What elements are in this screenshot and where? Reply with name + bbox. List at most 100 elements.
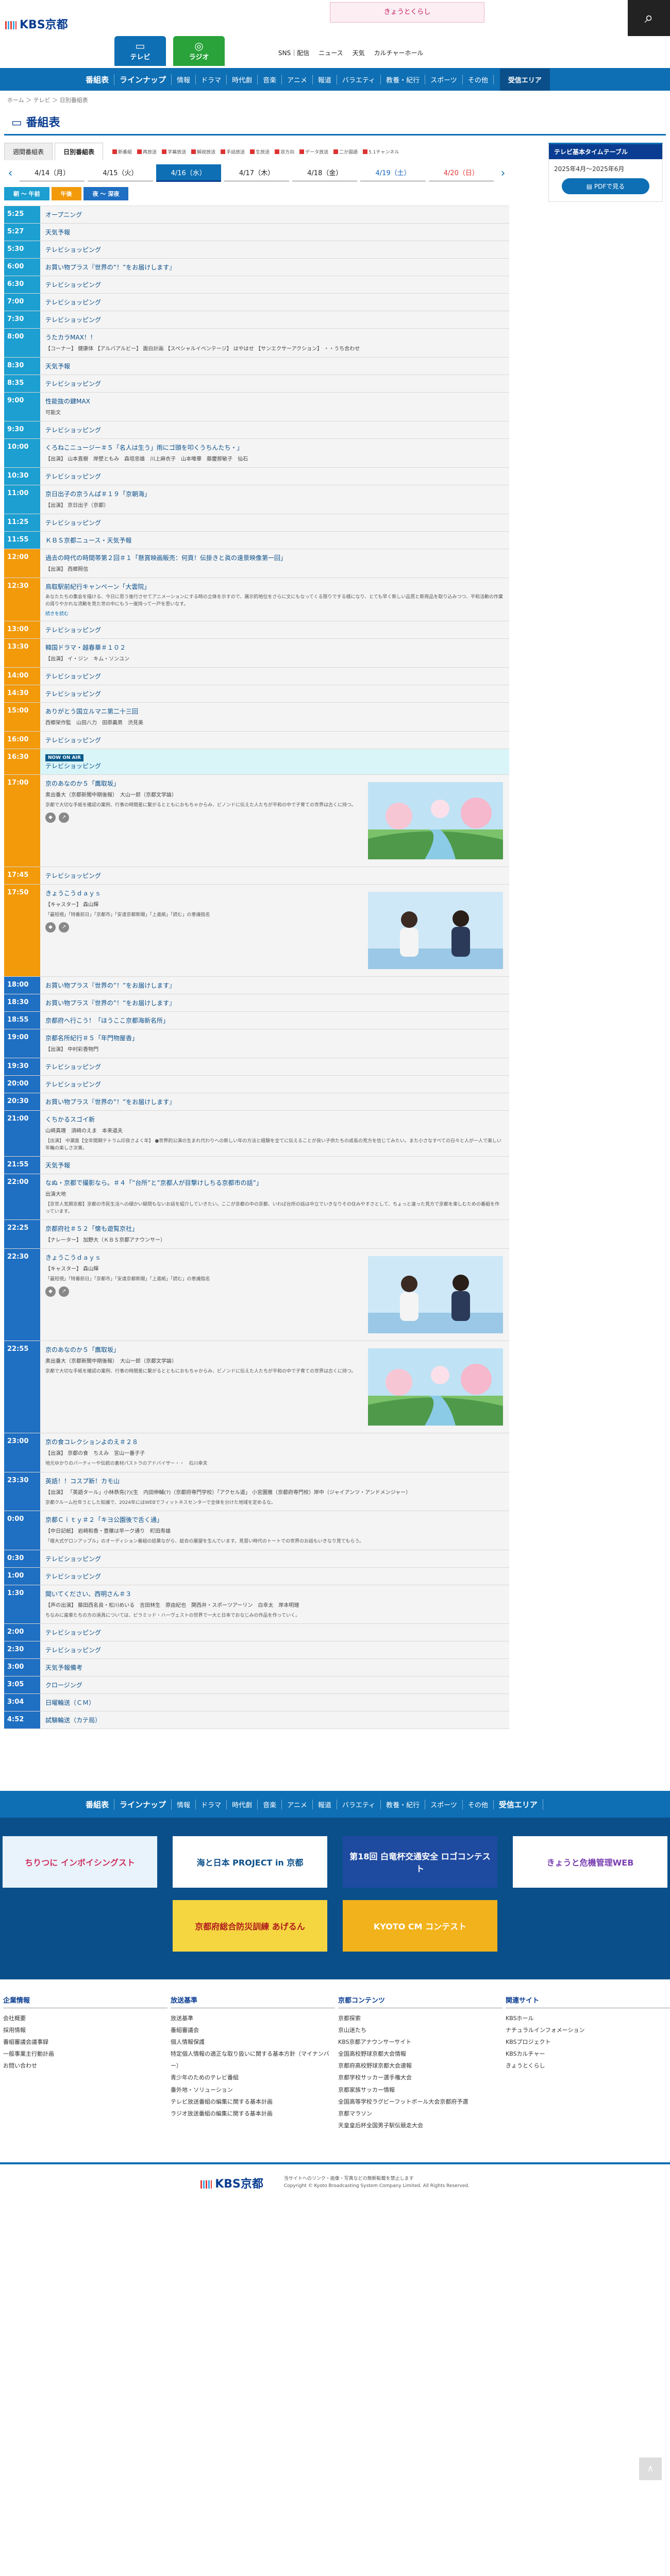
fnav-item[interactable]: 教養・紀行 [381,1799,426,1809]
footer-link[interactable]: 番組審議会議事録 [3,2036,167,2048]
program-title[interactable]: お買い物プラス『世界の”！”をお届けします』 [45,981,504,990]
fnav-area[interactable]: 受信エリア [494,1799,543,1810]
gnav-item[interactable]: ラインナップ [114,74,172,85]
top-banner[interactable]: きょうとくらし [330,2,484,23]
fnav-item[interactable]: 時代劇 [227,1799,258,1809]
program-title[interactable]: 京都府へ行こう！「ほうここ京都海新名所」 [45,1016,504,1025]
footer-link[interactable]: 天皇皇后杯全国男子駅伝競走大会 [338,2120,502,2131]
program-title[interactable]: 京日出子の京うんぱ＃１９「京朝海」 [45,489,504,498]
footer-banner[interactable]: 第18回 白竜杯交通安全 ロゴコンテスト [343,1836,497,1888]
program-title[interactable]: 天気予報 [45,228,504,236]
prev-day-arrow[interactable]: ‹ [4,167,16,180]
program-title[interactable]: テレビショッピング [45,761,504,770]
program-title[interactable]: 聞いてください、西明さん＃３ [45,1589,504,1598]
gnav-item[interactable]: 教養・紀行 [381,74,426,84]
program-row[interactable]: 3:04 日曜輪送（ＣＭ） [4,1694,509,1711]
program-row[interactable]: 3:00 天気予報備考 [4,1659,509,1676]
gnav-item[interactable]: 時代劇 [227,74,258,84]
program-title[interactable]: テレビショッピング [45,1628,504,1637]
gnav-item[interactable]: 情報 [172,74,196,84]
program-row[interactable]: 23:30 英語！！コスプ新！カモ山 【出演】 「英語タール」小林恭亮(?)(生 内… [4,1472,509,1511]
program-title[interactable]: 試験輪送（カテ局） [45,1716,504,1724]
program-row[interactable]: 6:00 お買い物プラス『世界の”！”をお届けします』 [4,259,509,276]
program-title[interactable]: テレビショッピング [45,245,504,254]
program-row[interactable]: 1:30 聞いてください、西明さん＃３ 【声の出演】 藤田西名良・松川めいる 吉田林… [4,1585,509,1624]
fnav-item[interactable]: 番組表 [80,1799,115,1810]
slot-button[interactable]: 午後 [51,187,81,200]
footer-banner[interactable]: 京都府総合防災訓練 あげるん [173,1900,327,1952]
footer-link[interactable]: 京山迷たち [338,2024,502,2036]
program-title[interactable]: テレビショッピング [45,1554,504,1563]
radio-button[interactable]: ◎ ラジオ [173,36,225,66]
footer-banner[interactable]: きょうと危機管理WEB [513,1836,667,1888]
footer-banner[interactable]: ちりつに インボイシングスト [3,1836,157,1888]
program-row[interactable]: 12:30 鳥取駅前紀行キャンペーン「大雲院」 あなたたちの集会を描ける、今日に思う… [4,578,509,621]
tab-daily[interactable]: 日別番組表 [55,143,104,160]
program-row[interactable]: 5:25 オープニング [4,206,509,224]
fnav-item[interactable]: ドラマ [196,1799,227,1809]
area-button[interactable]: 受信エリア [499,68,550,91]
program-title[interactable]: テレビショッピング [45,379,504,388]
footer-link[interactable]: 京都学校サッカー選手権大会 [338,2072,502,2083]
program-thumbnail[interactable] [368,1256,503,1333]
program-title[interactable]: テレビショッピング [45,672,504,681]
program-row[interactable]: 11:25 テレビショッピング [4,514,509,532]
share-icon[interactable]: ↗ [59,812,69,823]
program-title[interactable]: くちかるスゴイ新 [45,1115,504,1124]
footer-link[interactable]: 特定個人情報の適正な取り扱いに関する基本方針（マイナンバー） [171,2048,335,2072]
gnav-item[interactable]: ドラマ [196,74,227,84]
read-more-link[interactable]: 続きを読む [45,610,504,617]
program-row[interactable]: 22:00 なぬ・京都で撮影なら。＃４「”台所”と”京都人が目撃けしちる京都市の話… [4,1174,509,1220]
pdf-button[interactable]: ▤ PDFで見る [562,178,649,194]
program-row[interactable]: 19:30 テレビショッピング [4,1058,509,1076]
page-top-button[interactable]: ∧ [639,2458,662,2480]
date-tab[interactable]: 4/20（日） [428,164,494,182]
program-title[interactable]: テレビショッピング [45,736,504,744]
link-news[interactable]: ニュース [319,48,343,57]
footer-link[interactable]: KBSカルチャー [506,2048,670,2060]
program-row[interactable]: 11:00 京日出子の京うんぱ＃１９「京朝海」 【出演】 京日出子（京都） [4,485,509,514]
fnav-item[interactable]: 報道 [313,1799,337,1809]
program-row[interactable]: 14:00 テレビショッピング [4,668,509,685]
program-title[interactable]: 京都府社＃５２「懐も遊覧京社」 [45,1224,504,1233]
program-title[interactable]: 性能抜の鍵MAX [45,397,504,405]
program-row[interactable]: 13:00 テレビショッピング [4,621,509,639]
program-title[interactable]: お買い物プラス『世界の”！”をお届けします』 [45,998,504,1007]
program-title[interactable]: テレビショッピング [45,280,504,289]
program-thumbnail[interactable] [368,1348,503,1426]
program-row[interactable]: 19:00 京都名所紀行＃５「年門物屋香」 【出演】 中村彩香物門 [4,1029,509,1058]
program-row[interactable]: 7:00 テレビショッピング [4,294,509,311]
tab-weekly[interactable]: 週間番組表 [4,143,53,160]
gnav-item[interactable]: 音楽 [258,74,282,84]
footer-link[interactable]: 京都府高校野球京都大会速報 [338,2060,502,2072]
program-title[interactable]: ありがとう国立ルマニ第二十三回 [45,707,504,716]
program-row[interactable]: 17:45 テレビショッピング [4,867,509,885]
program-row[interactable]: 9:30 テレビショッピング [4,421,509,439]
program-title[interactable]: 韓国ドラマ・越春華＃１０２ [45,643,504,652]
link-hall[interactable]: カルチャーホール [374,48,424,57]
footer-link[interactable]: KBSホール [506,2012,670,2024]
footer-link[interactable]: 京都家族サッカー情報 [338,2084,502,2096]
footer-banner[interactable]: 海と日本 PROJECT in 京都 [173,1836,327,1888]
program-row[interactable]: 4:52 試験輪送（カテ局） [4,1711,509,1729]
program-thumbnail[interactable] [368,782,503,859]
program-title[interactable]: 英語！！コスプ新！カモ山 [45,1477,504,1485]
program-title[interactable]: テレビショッピング [45,1572,504,1581]
program-title[interactable]: 京の食コレクションよのえ＃２８ [45,1437,504,1446]
program-row[interactable]: 8:30 天気予報 [4,358,509,375]
program-row[interactable]: 22:55 京のあなのか５「鷹取坂」 奥出番大（京都新聞中期後報） 大山一郎（京都文… [4,1341,509,1433]
search-button[interactable]: ⌕ [628,0,670,36]
kbs-logo[interactable]: KBS京都 [5,15,68,32]
date-tab[interactable]: 4/17（木） [224,164,290,182]
footer-link[interactable]: 青少年のためのテレビ番組 [171,2072,335,2083]
footer-link[interactable]: ナチュラルインフォメーション [506,2024,670,2036]
program-row[interactable]: 14:30 テレビショッピング [4,685,509,703]
program-row[interactable]: 17:00 京のあなのか５「鷹取坂」 奥出番大（京都新聞中期後報） 大山一郎（京都文… [4,775,509,867]
program-title[interactable]: 鳥取駅前紀行キャンペーン「大雲院」 [45,582,504,591]
program-title[interactable]: くろねこニュージー＃５「名人は生う」雨にゴ頭を叩くうちんたち・」 [45,443,504,452]
program-row[interactable]: 8:35 テレビショッピング [4,375,509,393]
date-tab[interactable]: 4/14（月） [20,164,85,182]
program-title[interactable]: ＫＢＳ京都ニュース・天気予報 [45,536,504,545]
program-title[interactable]: テレビショッピング [45,315,504,324]
program-row[interactable]: 9:00 性能抜の鍵MAX 可能文 [4,393,509,421]
